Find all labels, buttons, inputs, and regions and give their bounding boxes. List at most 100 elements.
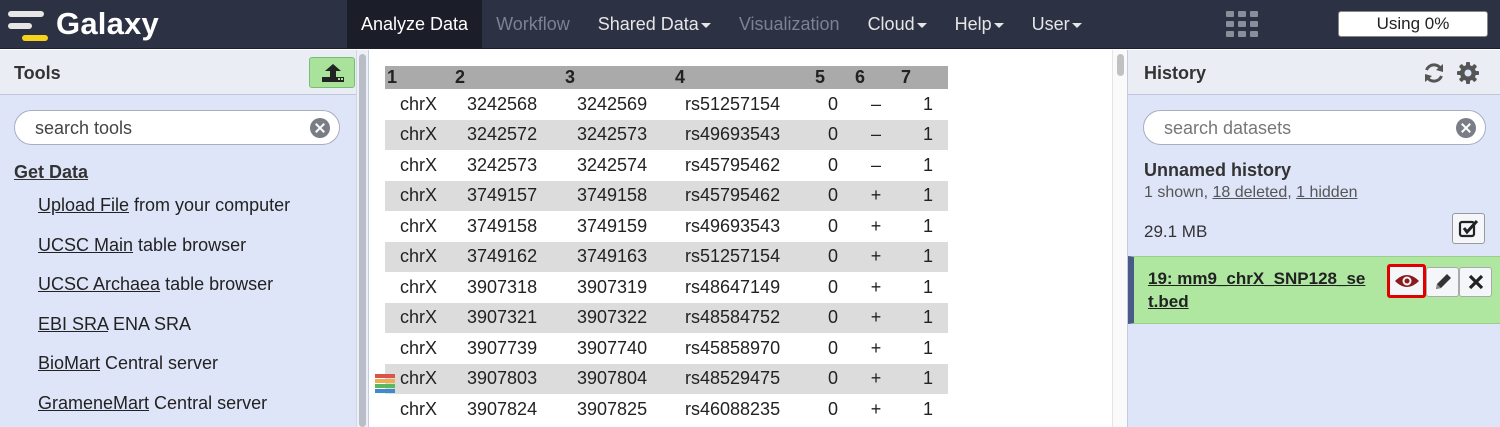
clear-search-icon[interactable] — [1456, 118, 1476, 138]
tool-panel-scrollbar[interactable] — [356, 50, 368, 427]
count-separator: , — [1287, 184, 1297, 201]
nav-help[interactable]: Help — [941, 0, 1018, 49]
table-cell: 1 — [899, 302, 948, 333]
tool-link[interactable]: UCSC Main — [38, 235, 133, 255]
close-icon — [1468, 274, 1484, 290]
table-cell: 1 — [899, 180, 948, 211]
table-row: chrX 3242573 3242574 rs45795462 0 – 1 — [385, 150, 948, 181]
table-cell: 3907825 — [577, 398, 648, 419]
table-cell: 0 — [813, 302, 853, 333]
display-dataset-button[interactable] — [1387, 264, 1426, 298]
table-cell: 0 — [827, 93, 838, 114]
edit-attributes-button[interactable] — [1426, 267, 1459, 297]
upload-button[interactable] — [309, 57, 355, 88]
hidden-link[interactable]: 1 hidden — [1296, 184, 1357, 201]
table-cell: rs46088235 — [685, 398, 781, 419]
table-cell: chrX — [400, 93, 438, 114]
caret-down-icon — [993, 22, 1004, 28]
history-name[interactable]: Unnamed history — [1144, 160, 1291, 181]
dataset-title[interactable]: 19: mm9_chrX_SNP128_set.bed — [1148, 267, 1368, 313]
table-cell: 3749159 — [577, 215, 648, 236]
dataset-table: 1234567 chrX 3242568 3242569 rs51257154 0–1 c… — [385, 66, 948, 425]
nav-analyze-data[interactable]: Analyze Data — [347, 0, 483, 49]
tool-search-input[interactable] — [35, 117, 278, 139]
nav-label: Analyze Data — [361, 14, 469, 34]
tool-item: BioMart Central server — [38, 353, 218, 374]
quota-meter[interactable]: Using 0% — [1338, 11, 1488, 37]
tool-link[interactable]: EBI SRA — [38, 314, 108, 334]
table-cell: 1 — [922, 93, 933, 114]
table-cell: rs49693543 — [685, 215, 781, 236]
nav-shared-data[interactable]: Shared Data — [584, 0, 725, 49]
center-panel: 1234567 chrX 3242568 3242569 rs51257154 0–1 c… — [370, 50, 1127, 427]
table-cell: 3242572 — [453, 119, 563, 150]
column-header: 4 — [673, 66, 813, 89]
table-cell: 0 — [813, 241, 853, 272]
tool-link[interactable]: Upload File — [38, 195, 129, 215]
table-row: chrX 3749158 3749159 rs49693543 0 +1 — [385, 211, 948, 242]
checkbox-icon — [1458, 219, 1479, 238]
table-cell: 1 — [899, 119, 948, 150]
tool-link[interactable]: UCSC Archaea — [38, 274, 160, 294]
scroll-thumb[interactable] — [1117, 54, 1124, 76]
deleted-link[interactable]: 18 deleted — [1212, 184, 1287, 201]
table-row: chrX 3749162 3749163 rs51257154 0 +1 — [385, 241, 948, 272]
table-cell: 1 — [899, 241, 948, 272]
tool-item: EBI SRA ENA SRA — [38, 314, 191, 335]
tool-link[interactable]: BioMart — [38, 353, 100, 373]
tool-search[interactable] — [14, 110, 340, 145]
table-cell: 1 — [922, 398, 933, 419]
table-cell: 3907739 — [467, 337, 538, 358]
table-cell: 3907318 — [467, 276, 538, 297]
table-cell: 3242573 — [467, 154, 538, 175]
nav-visualization[interactable]: Visualization — [725, 0, 854, 49]
tool-section-get-data[interactable]: Get Data — [14, 162, 88, 183]
history-search-input[interactable] — [1164, 117, 1420, 139]
table-cell: chrX — [400, 398, 438, 419]
table-cell: + — [870, 337, 882, 358]
table-row: chrX 3907321 3907322 rs48584752 0 +1 — [385, 302, 948, 333]
nav-cloud[interactable]: Cloud — [854, 0, 941, 49]
table-cell: chrX — [385, 119, 453, 150]
scroll-thumb[interactable] — [359, 54, 366, 427]
column-header: 6 — [853, 66, 899, 89]
clear-search-icon[interactable] — [310, 118, 330, 138]
table-cell: 3749158 — [467, 215, 538, 236]
masthead: Galaxy Analyze Data Workflow Shared Data Vi… — [0, 0, 1500, 49]
table-cell: + — [853, 180, 899, 211]
tool-item: Upload File from your computer — [38, 195, 290, 216]
column-header: 1 — [385, 66, 453, 89]
dataset-item[interactable]: 19: mm9_chrX_SNP128_set.bed — [1128, 256, 1500, 324]
gear-icon[interactable] — [1456, 61, 1480, 85]
history-search[interactable] — [1143, 110, 1486, 145]
refresh-icon[interactable] — [1422, 61, 1446, 85]
tool-description: Central server — [149, 392, 268, 413]
nav-user[interactable]: User — [1018, 0, 1096, 49]
main-nav: Analyze Data Workflow Shared Data Visualiza… — [347, 0, 1096, 49]
table-cell: rs45795462 — [685, 154, 781, 175]
table-cell: 0 — [827, 154, 838, 175]
nav-label: Shared Data — [597, 14, 699, 34]
table-row: chrX 3749157 3749158 rs45795462 0 +1 — [385, 180, 948, 211]
tool-link[interactable]: GrameneMart — [38, 393, 149, 413]
tool-description: ENA SRA — [108, 313, 192, 334]
nav-label: Visualization — [738, 14, 840, 34]
center-scrollbar[interactable] — [1112, 50, 1127, 427]
table-cell: 0 — [813, 180, 853, 211]
stack-icon — [375, 374, 395, 393]
eye-icon — [1395, 275, 1419, 287]
table-cell: 3907321 — [453, 302, 563, 333]
column-header: 3 — [563, 66, 673, 89]
table-cell: 1 — [922, 154, 933, 175]
brand-link[interactable]: Galaxy — [0, 0, 200, 49]
nav-workflow[interactable]: Workflow — [482, 0, 584, 49]
brand-title: Galaxy — [56, 6, 159, 41]
delete-dataset-button[interactable] — [1459, 267, 1492, 297]
upload-icon — [322, 64, 344, 82]
nav-label: Cloud — [867, 14, 915, 34]
table-cell: 3242568 — [467, 93, 538, 114]
history-panel: History Unnamed history 1 shown, 18 dele… — [1127, 50, 1500, 427]
apps-grid-icon[interactable] — [1226, 11, 1258, 37]
table-cell: + — [870, 398, 882, 419]
select-datasets-button[interactable] — [1452, 213, 1485, 244]
